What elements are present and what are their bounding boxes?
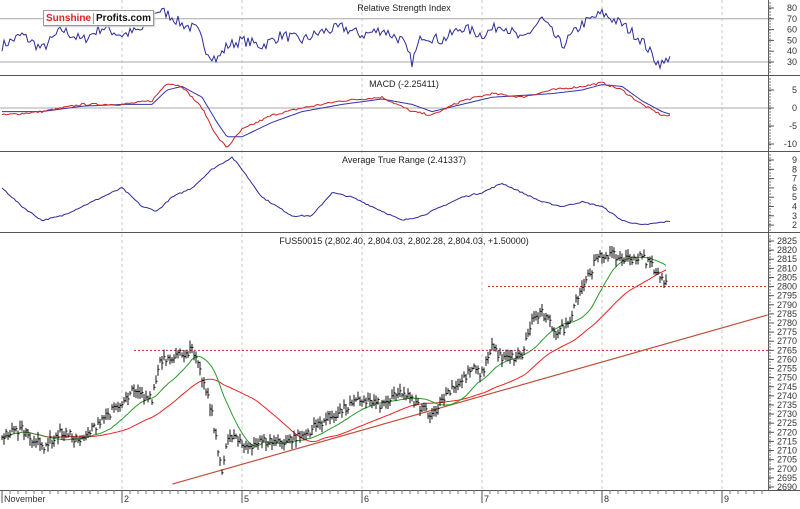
y-tick-label: -10 [784, 139, 797, 149]
atr-line [1, 156, 671, 226]
y-tick-label: 30 [787, 57, 797, 67]
x-tick-label: 6 [364, 494, 369, 504]
logo-part-2: Profits.com [96, 12, 152, 24]
sunshine-profits-logo: Sunshine Profits.com [43, 10, 155, 26]
trend-line [172, 314, 768, 485]
x-tick-label: 7 [484, 494, 489, 504]
panel-title: FUS50015 (2,802.40, 2,804.03, 2,802.28, … [279, 236, 528, 246]
y-tick-label: 50 [787, 35, 797, 45]
y-tick-label: 2 [792, 220, 797, 230]
y-tick-label: 2690 [777, 482, 797, 492]
y-tick-label: 40 [787, 46, 797, 56]
x-tick-label: 2 [124, 494, 129, 504]
y-tick-label: 60 [787, 25, 797, 35]
y-tick-label: 80 [787, 3, 797, 13]
macd-signal-line [2, 84, 671, 138]
y-tick-label: 5 [792, 85, 797, 95]
stock-chart: 807060504030Relative Strength Index50-5-… [0, 0, 800, 504]
logo-part-1: Sunshine [44, 12, 95, 24]
x-tick-label: 5 [244, 494, 249, 504]
y-tick-label: -5 [789, 121, 797, 131]
y-tick-label: 0 [792, 103, 797, 113]
x-tick-label: November [4, 494, 46, 504]
panel-title: Average True Range (2.41337) [342, 155, 466, 165]
panel-title: Relative Strength Index [357, 3, 451, 13]
x-tick-label: 8 [604, 494, 609, 504]
panel-title: MACD (-2.25411) [369, 79, 439, 89]
y-tick-label: 70 [787, 14, 797, 24]
x-tick-label: 9 [724, 494, 729, 504]
